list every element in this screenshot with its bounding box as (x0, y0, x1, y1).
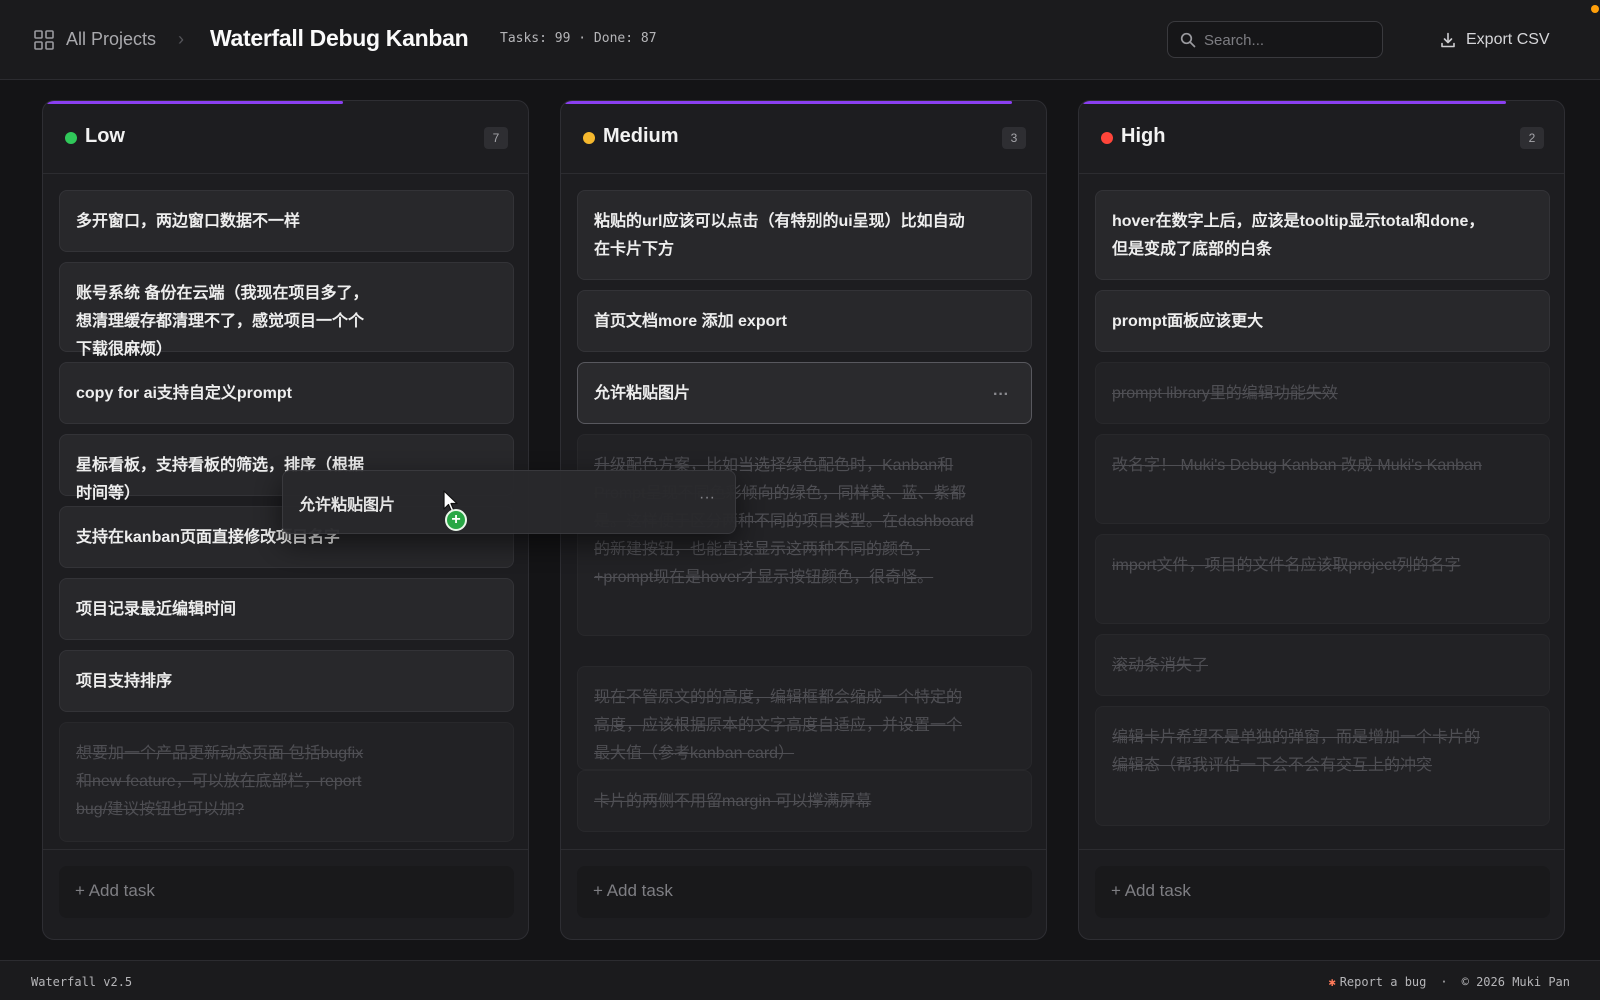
task-card[interactable]: 升级配色方案，比如当选择绿色配色时，Kanban和Prompt呈现不同色彩倾向的… (577, 434, 1032, 636)
task-stats[interactable]: Tasks: 99 · Done: 87 (500, 31, 657, 46)
task-card[interactable]: 想要加一个产品更新动态页面 包括bugfix和new feature，可以放在底… (59, 722, 514, 842)
task-card[interactable]: 首页文档more 添加 export (577, 290, 1032, 352)
footer: Waterfall v2.5 ✱ Report a bug · © 2026 Mu… (0, 960, 1600, 1000)
task-card-text: 多开窗口，两边窗口数据不一样 (76, 213, 301, 230)
grid-icon[interactable] (34, 30, 54, 50)
footer-separator: · (1440, 975, 1448, 989)
task-card-text: 编辑卡片希望不是单独的弹窗，而是增加一个卡片的编辑态（帮我评估一下会不会有交互上… (1112, 729, 1481, 774)
task-card-text: 项目记录最近编辑时间 (76, 601, 237, 618)
task-card-text: copy for ai支持自定义prompt (76, 385, 293, 402)
task-card-text: hover在数字上后，应该是tooltip显示total和done，但是变成了底… (1112, 213, 1485, 258)
column-title: High (1121, 125, 1166, 147)
column-title: Low (85, 125, 125, 147)
task-card-text: 粘贴的url应该可以点击（有特别的ui呈现）比如自动在卡片下方 (594, 213, 965, 258)
task-card[interactable]: 编辑卡片希望不是单独的弹窗，而是增加一个卡片的编辑态（帮我评估一下会不会有交互上… (1095, 706, 1550, 826)
column-count-badge: 3 (1002, 127, 1026, 149)
add-task-button[interactable]: + Add task (577, 866, 1032, 918)
column-header: Low 7 (43, 101, 528, 174)
copy-plus-icon: + (445, 509, 467, 531)
column-footer: + Add task (43, 849, 528, 939)
copyright: © 2026 Muki Pan (1461, 975, 1570, 989)
version-label: Waterfall v2.5 (31, 975, 133, 989)
card-list: hover在数字上后，应该是tooltip显示total和done，但是变成了底… (1095, 190, 1550, 848)
task-card[interactable]: 多开窗口，两边窗口数据不一样 (59, 190, 514, 252)
more-icon[interactable]: ··· (699, 489, 715, 507)
task-card[interactable]: prompt面板应该更大 (1095, 290, 1550, 352)
task-card-text: import文件，项目的文件名应该取project列的名字 (1112, 557, 1461, 574)
task-card[interactable]: 现在不管原文的的高度，编辑框都会缩成一个特定的高度，应该根据原本的文字高度自适应… (577, 666, 1032, 770)
task-card[interactable]: 项目记录最近编辑时间 (59, 578, 514, 640)
column-footer: + Add task (561, 849, 1046, 939)
task-card[interactable]: 允许粘贴图片 ··· (577, 362, 1032, 424)
column-high: High 2 hover在数字上后，应该是tooltip显示total和done，但… (1078, 100, 1565, 940)
priority-dot-icon (583, 132, 595, 144)
dragged-card-text: 允许粘贴图片 (299, 497, 396, 514)
task-card[interactable]: prompt library里的编辑功能失效 (1095, 362, 1550, 424)
task-card[interactable]: 粘贴的url应该可以点击（有特别的ui呈现）比如自动在卡片下方 (577, 190, 1032, 280)
report-bug-label: Report a bug (1339, 975, 1427, 989)
task-card[interactable]: copy for ai支持自定义prompt (59, 362, 514, 424)
task-card[interactable]: 滚动条消失了 (1095, 634, 1550, 696)
report-bug-link[interactable]: ✱ Report a bug (1328, 975, 1426, 989)
dragged-card-ghost[interactable]: 允许粘贴图片 ··· (282, 470, 736, 534)
column-footer: + Add task (1079, 849, 1564, 939)
chevron-right-icon: › (178, 29, 184, 49)
task-card[interactable]: 卡片的两侧不用留margin 可以撑满屏幕 (577, 770, 1032, 832)
column-count-badge: 7 (484, 127, 508, 149)
task-card-text: 项目支持排序 (76, 673, 173, 690)
footer-right: ✱ Report a bug · © 2026 Muki Pan (1328, 975, 1570, 989)
column-count-badge: 2 (1520, 127, 1544, 149)
search-input[interactable] (1204, 30, 1374, 50)
download-icon (1441, 32, 1455, 48)
task-card[interactable]: 账号系统 备份在云端（我现在项目多了，想清理缓存都清理不了，感觉项目一个个下载很… (59, 262, 514, 358)
search-icon (1180, 32, 1196, 48)
task-card[interactable]: import文件，项目的文件名应该取project列的名字 (1095, 534, 1550, 624)
task-card-text: 改名字！ Muki's Debug Kanban 改成 Muki's Kanba… (1112, 457, 1482, 474)
task-card-text: 滚动条消失了 (1112, 657, 1209, 674)
export-label: Export CSV (1466, 31, 1550, 48)
task-card-text: 现在不管原文的的高度，编辑框都会缩成一个特定的高度，应该根据原本的文字高度自适应… (594, 689, 963, 762)
task-card-text: prompt面板应该更大 (1112, 313, 1264, 330)
notification-dot (1591, 5, 1599, 13)
task-card-text: prompt library里的编辑功能失效 (1112, 385, 1338, 402)
breadcrumb-all-projects[interactable]: All Projects (66, 29, 156, 50)
search-box[interactable] (1167, 21, 1383, 58)
task-card[interactable]: hover在数字上后，应该是tooltip显示total和done，但是变成了底… (1095, 190, 1550, 280)
priority-dot-icon (1101, 132, 1113, 144)
task-card-text: 首页文档more 添加 export (594, 313, 787, 330)
export-csv-button[interactable]: Export CSV (1440, 27, 1550, 53)
task-card-text: 允许粘贴图片 (594, 385, 691, 402)
more-icon[interactable]: ··· (993, 381, 1009, 409)
column-header: High 2 (1079, 101, 1564, 174)
add-task-button[interactable]: + Add task (59, 866, 514, 918)
bug-icon: ✱ (1328, 975, 1336, 989)
task-card[interactable]: 项目支持排序 (59, 650, 514, 712)
task-card[interactable]: 改名字！ Muki's Debug Kanban 改成 Muki's Kanba… (1095, 434, 1550, 524)
column-title: Medium (603, 125, 679, 147)
task-card-text: 账号系统 备份在云端（我现在项目多了，想清理缓存都清理不了，感觉项目一个个下载很… (76, 285, 369, 358)
add-task-button[interactable]: + Add task (1095, 866, 1550, 918)
column-header: Medium 3 (561, 101, 1046, 174)
top-bar: All Projects › Waterfall Debug Kanban Ta… (0, 0, 1600, 80)
task-card-text: 想要加一个产品更新动态页面 包括bugfix和new feature，可以放在底… (76, 745, 364, 818)
page-title: Waterfall Debug Kanban (210, 25, 469, 51)
priority-dot-icon (65, 132, 77, 144)
task-card-text: 卡片的两侧不用留margin 可以撑满屏幕 (594, 793, 872, 810)
